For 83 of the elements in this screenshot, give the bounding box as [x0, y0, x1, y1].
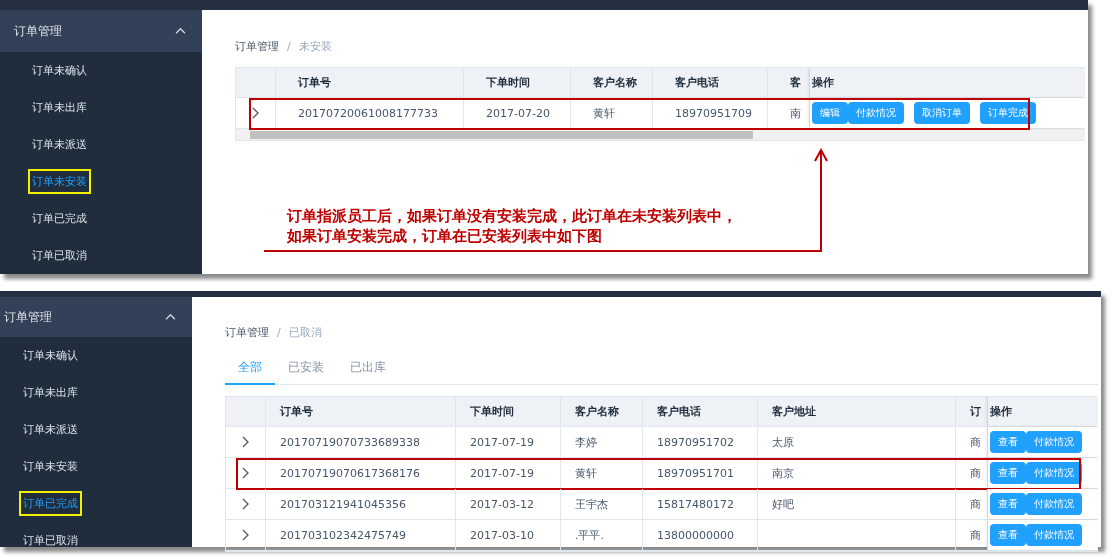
- table-cell: 201703102342475749: [280, 528, 406, 542]
- caret-icon: [175, 27, 186, 35]
- breadcrumb-item: 已取消: [288, 324, 322, 340]
- table-cell: 商: [970, 465, 981, 481]
- sidebar-item[interactable]: 订单已取消: [28, 243, 91, 268]
- table-cell: 商: [970, 496, 981, 512]
- table-cell: 20170720061008177733: [298, 106, 438, 120]
- table-cell: 黄轩: [593, 105, 615, 121]
- action-button[interactable]: 付款情况: [1026, 524, 1082, 546]
- column-header: 操作: [988, 397, 1098, 426]
- column-header: 客户名称: [561, 397, 643, 426]
- sidebar-item[interactable]: 订单已完成: [19, 491, 82, 516]
- annotation-text: 如果订单安装完成，订单在已安装列表中如下图: [287, 226, 603, 246]
- breadcrumb-separator: /: [287, 39, 291, 53]
- table-cell: 王宇杰: [575, 496, 608, 512]
- breadcrumb-separator: /: [277, 325, 281, 339]
- breadcrumb-item: 未安装: [298, 38, 332, 54]
- action-button[interactable]: 付款情况: [848, 102, 904, 124]
- action-button[interactable]: 订单完成: [980, 102, 1036, 124]
- breadcrumb-item[interactable]: 订单管理: [225, 324, 269, 340]
- table-cell: 太原: [772, 434, 794, 450]
- table-cell: 好吧: [772, 496, 794, 512]
- table-cell: 李婷: [575, 434, 597, 450]
- sidebar-item[interactable]: 订单已取消: [19, 528, 82, 547]
- expand-icon[interactable]: [242, 498, 249, 510]
- column-header: 下单时间: [464, 68, 571, 97]
- table-cell: 2017-07-19: [470, 466, 534, 480]
- tab[interactable]: 全部: [225, 353, 275, 385]
- tab[interactable]: 已出库: [337, 353, 399, 385]
- table-cell: 20170719070733689338: [280, 435, 420, 449]
- table-cell: 18970951701: [657, 466, 734, 480]
- action-button[interactable]: 编辑: [812, 102, 848, 124]
- expand-icon[interactable]: [242, 436, 249, 448]
- table-cell: 13800000000: [657, 528, 734, 542]
- action-button[interactable]: 查看: [990, 431, 1026, 453]
- table-cell: 商: [970, 527, 981, 543]
- column-header: 订单号: [266, 397, 456, 426]
- table-cell: 20170719070617368176: [280, 466, 420, 480]
- column-header: 操作: [810, 68, 1085, 97]
- sidebar-item[interactable]: 订单未安装: [19, 454, 82, 479]
- table-cell: 2017-07-20: [486, 106, 550, 120]
- column-header: 客户名称: [571, 68, 653, 97]
- action-button[interactable]: 付款情况: [1026, 431, 1082, 453]
- sidebar-item[interactable]: 订单未安装: [28, 169, 91, 194]
- action-button[interactable]: 查看: [990, 524, 1026, 546]
- action-button[interactable]: 付款情况: [1026, 462, 1082, 484]
- sidebar-item[interactable]: 订单未派送: [19, 417, 82, 442]
- action-button[interactable]: 取消订单: [914, 102, 970, 124]
- sidebar-item[interactable]: 订单未出库: [19, 380, 82, 405]
- table-cell: 南京: [772, 465, 794, 481]
- expand-icon[interactable]: [242, 529, 249, 541]
- action-button[interactable]: 付款情况: [1026, 493, 1082, 515]
- sidebar-item[interactable]: 订单已完成: [28, 206, 91, 231]
- expand-icon[interactable]: [242, 467, 249, 479]
- column-header: 下单时间: [456, 397, 561, 426]
- tab[interactable]: 已安装: [275, 353, 337, 385]
- sidebar-item[interactable]: 订单未确认: [28, 58, 91, 83]
- menu-group-header[interactable]: 订单管理: [0, 297, 192, 337]
- table-cell: 商: [970, 434, 981, 450]
- sidebar-item[interactable]: 订单未确认: [19, 343, 82, 368]
- column-header: 客户电话: [653, 68, 768, 97]
- caret-icon: [165, 313, 176, 321]
- sidebar-item[interactable]: 订单未出库: [28, 95, 91, 120]
- column-header: 客户电话: [643, 397, 758, 426]
- table-cell: 2017-07-19: [470, 435, 534, 449]
- table-cell: 18970951709: [675, 106, 752, 120]
- table-cell: 2017-03-12: [470, 497, 534, 511]
- action-button[interactable]: 查看: [990, 493, 1026, 515]
- table-cell: 黄轩: [575, 465, 597, 481]
- table-cell: 15817480172: [657, 497, 734, 511]
- annotation-text: 订单指派员工后，如果订单没有安装完成，此订单在未安装列表中，: [287, 206, 737, 226]
- table-cell: 南: [790, 105, 801, 121]
- menu-group-header[interactable]: 订单管理: [0, 10, 202, 52]
- breadcrumb-item[interactable]: 订单管理: [235, 38, 279, 54]
- expand-icon[interactable]: [252, 107, 259, 119]
- column-header: 订单号: [276, 68, 464, 97]
- sidebar-item[interactable]: 订单未派送: [28, 132, 91, 157]
- column-header: 客户地址: [758, 397, 956, 426]
- table-cell: .平平.: [575, 527, 604, 543]
- table-cell: 18970951702: [657, 435, 734, 449]
- action-button[interactable]: 查看: [990, 462, 1026, 484]
- table-cell: 2017-03-10: [470, 528, 534, 542]
- table-cell: 201703121941045356: [280, 497, 406, 511]
